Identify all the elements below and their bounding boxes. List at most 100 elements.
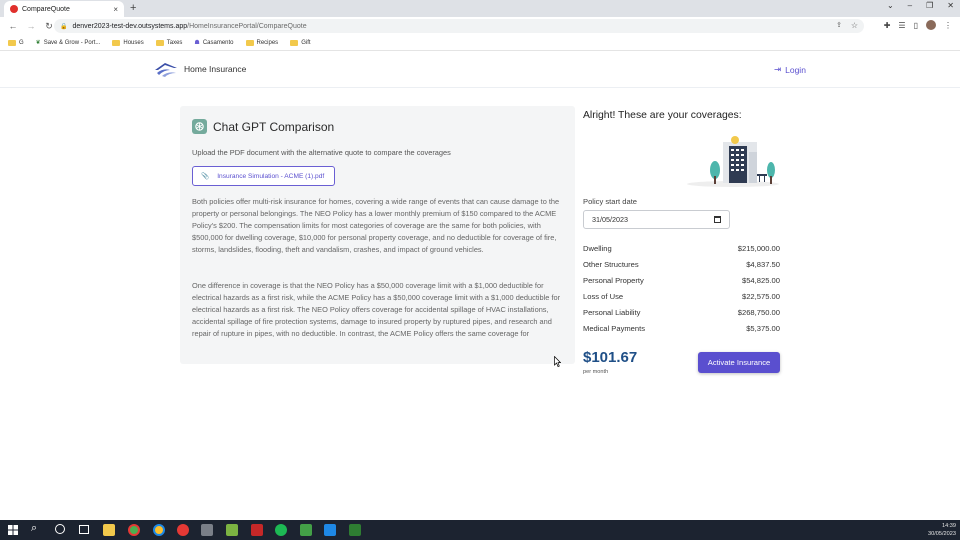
bookmark-label: Save & Grow - Port... (43, 39, 101, 46)
panel-title: Chat GPT Comparison (192, 119, 334, 134)
comparison-paragraph: One difference in coverage is that the N… (192, 281, 561, 338)
folder-icon (245, 39, 254, 46)
cortana-icon[interactable] (55, 524, 65, 534)
restore-icon[interactable]: ❐ (926, 1, 933, 10)
coverage-row: Medical Payments $5,375.00 (583, 320, 780, 336)
bookmark-label: Recipes (256, 39, 279, 46)
monthly-price: $101.67 (583, 349, 638, 366)
leaf-icon: ❦ (35, 40, 41, 46)
bookmark-item[interactable]: ❦ Save & Grow - Port... (35, 39, 101, 47)
bookmark-item[interactable]: Recipes (245, 39, 279, 46)
coverage-name: Medical Payments (583, 323, 646, 333)
casamento-icon: ☗ (194, 40, 200, 46)
camtasia-icon[interactable] (300, 524, 312, 536)
bookmark-label: Houses (123, 39, 144, 46)
share-icon[interactable]: ⇪ (836, 21, 842, 29)
bookmarks-bar: G ❦ Save & Grow - Port... Houses Taxes ☗ C… (0, 35, 960, 51)
coverages-title: Alright! These are your coverages: (583, 110, 742, 121)
calendar-icon[interactable] (714, 216, 721, 223)
extensions-icon[interactable]: ✚ (884, 21, 891, 30)
close-window-icon[interactable]: ✕ (947, 1, 954, 10)
menu-icon[interactable]: ⋮ (944, 21, 952, 30)
login-label: Login (785, 64, 806, 75)
coverage-name: Loss of Use (583, 291, 624, 301)
tab-favicon-icon (10, 5, 18, 13)
back-icon[interactable]: ← (8, 21, 18, 31)
red-app-icon[interactable] (177, 524, 189, 536)
login-icon: ⇥ (774, 64, 782, 74)
activate-insurance-button[interactable]: Activate Insurance (698, 352, 780, 373)
side-panel-icon[interactable]: ▯ (914, 21, 918, 30)
forward-icon[interactable]: → (26, 21, 36, 31)
coverage-row: Loss of Use $22,575.00 (583, 288, 780, 304)
tab-close-icon[interactable]: × (113, 5, 118, 14)
login-link[interactable]: ⇥ Login (774, 64, 806, 75)
folder-icon (290, 39, 299, 46)
brand-name: Home Insurance (184, 64, 247, 74)
comparison-paragraph: Both policies offer multi-risk insurance… (192, 197, 560, 254)
coverage-value: $54,825.00 (741, 275, 780, 285)
active-app-icon[interactable] (201, 524, 213, 536)
windows-start-icon[interactable] (8, 525, 18, 535)
bookmark-star-icon[interactable]: ☆ (851, 21, 858, 30)
browser-tab[interactable]: CompareQuote × (4, 1, 124, 17)
coverage-row: Other Structures $4,837.50 (583, 256, 780, 272)
policy-start-date-input[interactable]: 31/05/2023 (583, 210, 730, 229)
tab-search-icon[interactable]: ⌄ (887, 1, 894, 10)
clock-date: 30/05/2023 (928, 531, 956, 537)
url-path: /HomeInsurancePortal/CompareQuote (187, 22, 307, 30)
chrome-icon[interactable] (128, 524, 140, 536)
reading-list-icon[interactable]: ☰ (898, 21, 905, 30)
bookmark-item[interactable]: Gift (290, 39, 311, 46)
brand[interactable]: Home Insurance (154, 61, 246, 77)
system-clock[interactable]: 14:39 30/05/2023 (928, 522, 956, 538)
file-name: Insurance Simulation - ACME (1).pdf (217, 172, 325, 180)
search-icon[interactable]: ⌕ (31, 522, 37, 535)
coverage-row: Dwelling $215,000.00 (583, 240, 780, 256)
folder-icon (112, 39, 121, 46)
media-app-icon[interactable] (251, 524, 263, 536)
tab-title: CompareQuote (22, 5, 70, 13)
file-explorer-icon[interactable] (103, 524, 115, 536)
reload-icon[interactable]: ↻ (44, 21, 54, 32)
extension-icons: ✚ ☰ ▯ ⋮ (884, 20, 952, 30)
upload-instructions: Upload the PDF document with the alterna… (192, 148, 451, 157)
bookmark-item[interactable]: Houses (112, 39, 144, 46)
bookmark-item[interactable]: ☗ Casamento (194, 39, 234, 47)
url-bar[interactable]: 🔒 denver2023-test-dev.outsystems.app/Hom… (54, 19, 864, 33)
bookmark-item[interactable]: Taxes (155, 39, 183, 46)
blue-app-icon[interactable] (324, 524, 336, 536)
coverage-value: $5,375.00 (746, 323, 780, 333)
bookmark-label: Taxes (166, 39, 183, 46)
panel-title-text: Chat GPT Comparison (213, 119, 335, 134)
window-controls: ⌄ – ❐ ✕ (887, 1, 954, 10)
folder-icon (155, 39, 164, 46)
chrome-profile-icon[interactable] (153, 524, 165, 536)
sheet-app-icon[interactable] (226, 524, 238, 536)
coverage-value: $268,750.00 (737, 307, 780, 317)
coverage-name: Personal Liability (583, 307, 641, 317)
paperclip-icon: 📎 (201, 173, 210, 180)
url-host: denver2023-test-dev.outsystems.app (72, 22, 188, 30)
new-tab-button[interactable]: + (130, 2, 136, 15)
coverage-row: Personal Liability $268,750.00 (583, 304, 780, 320)
coverage-list: Dwelling $215,000.00 Other Structures $4,8… (583, 240, 780, 336)
bookmark-label: Casamento (202, 39, 234, 46)
date-value: 31/05/2023 (592, 215, 628, 224)
bookmark-item[interactable]: G (8, 39, 24, 46)
clock-time: 14:39 (942, 523, 956, 529)
browser-tab-bar: CompareQuote × + ⌄ – ❐ ✕ (0, 0, 960, 17)
coverage-value: $215,000.00 (737, 243, 780, 253)
task-view-icon[interactable] (79, 525, 89, 534)
spotify-icon[interactable] (275, 524, 287, 536)
comparison-panel: Chat GPT Comparison Upload the PDF docum… (180, 106, 575, 364)
uploaded-file-button[interactable]: 📎 Insurance Simulation - ACME (1).pdf (192, 166, 335, 186)
minimize-icon[interactable]: – (908, 1, 912, 10)
coverage-value: $4,837.50 (746, 259, 780, 269)
profile-avatar[interactable] (926, 20, 936, 30)
house-logo-icon (155, 63, 177, 77)
lock-icon: 🔒 (60, 23, 68, 30)
green-app-icon[interactable] (349, 524, 361, 536)
app-header: Home Insurance ⇥ Login (0, 52, 960, 88)
openai-logo-icon (192, 119, 207, 134)
